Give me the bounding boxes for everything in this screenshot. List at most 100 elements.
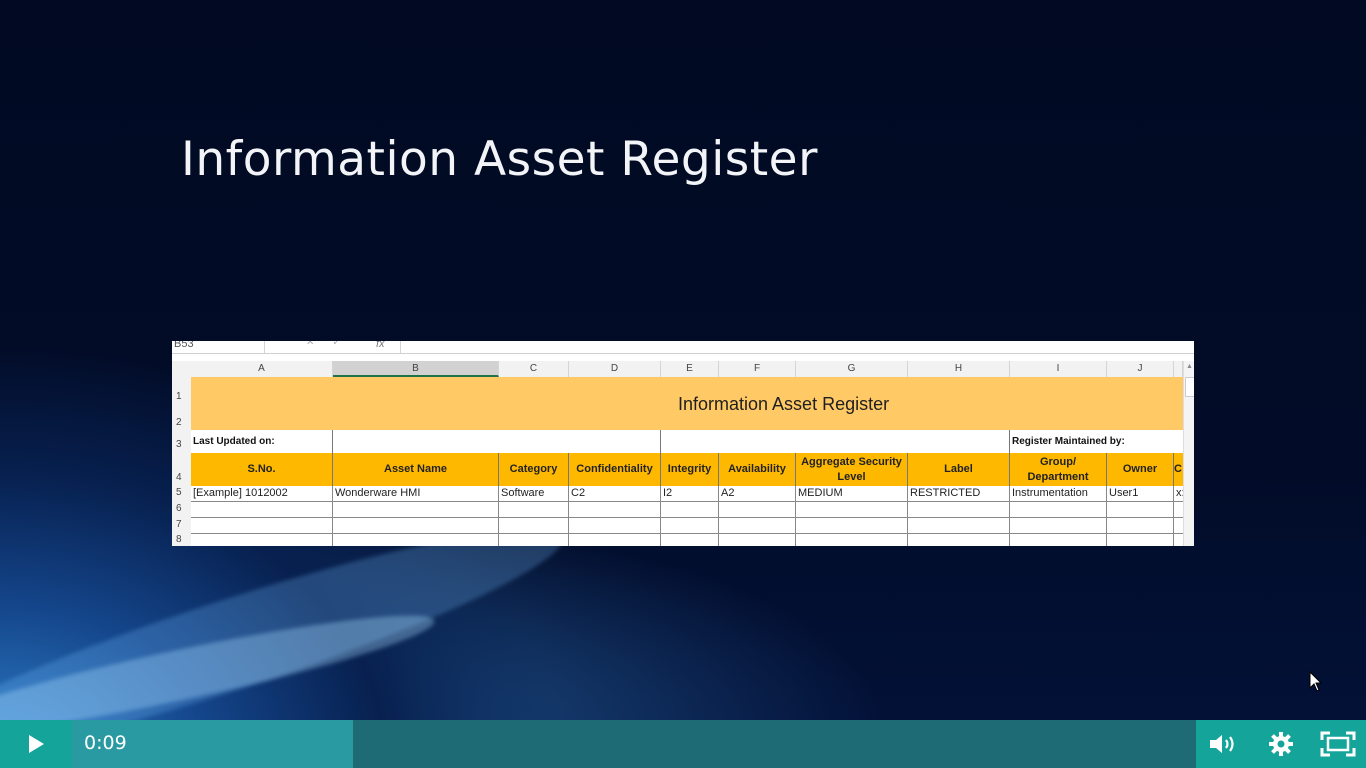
- spreadsheet-screenshot: B53 ✕✓ fx A B C D E F G H I J 1 2 3 4 5 …: [172, 341, 1194, 546]
- divider: [264, 341, 265, 353]
- table-cell: [908, 518, 1010, 533]
- table-cell: [Example] 1012002: [191, 486, 333, 501]
- last-updated-label: Last Updated on:: [191, 430, 333, 453]
- video-stage: Information Asset Register B53 ✕✓ fx A B…: [0, 0, 1366, 768]
- table-cell: [1107, 534, 1174, 546]
- header-cell: Confidentiality: [569, 453, 661, 486]
- row-number: 6: [176, 503, 182, 514]
- last-updated-value: [333, 430, 661, 453]
- table-cell: [719, 534, 796, 546]
- table-cell: [908, 502, 1010, 517]
- current-time: 0:09: [84, 732, 127, 754]
- table-row: [Example] 1012002 Wonderware HMI Softwar…: [191, 486, 1183, 502]
- fullscreen-icon: [1320, 731, 1356, 757]
- table-cell: C2: [569, 486, 661, 501]
- table-cell: [796, 534, 908, 546]
- volume-button[interactable]: [1196, 720, 1252, 768]
- row-number: 4: [176, 472, 182, 483]
- progress-bar[interactable]: 0:09: [72, 720, 1196, 768]
- column-letter: [1174, 361, 1183, 377]
- table-row: [191, 534, 1183, 546]
- table-cell: [1010, 534, 1107, 546]
- column-letter: I: [1010, 361, 1107, 377]
- table-cell: [569, 502, 661, 517]
- column-letter: J: [1107, 361, 1174, 377]
- table-row: [191, 502, 1183, 518]
- table-cell: [569, 518, 661, 533]
- mouse-cursor-icon: [1309, 671, 1323, 692]
- column-letter: H: [908, 361, 1010, 377]
- blank-cell: [661, 430, 1010, 453]
- play-button[interactable]: [0, 720, 72, 768]
- header-cell: Category: [499, 453, 569, 486]
- row-number: 3: [176, 439, 182, 450]
- column-letter: B: [333, 361, 499, 377]
- row-number: 1: [176, 391, 182, 402]
- table-cell: [719, 518, 796, 533]
- formula-bar: B53 ✕✓ fx: [172, 341, 1194, 354]
- table-cell: [191, 502, 333, 517]
- column-headers: A B C D E F G H I J: [172, 361, 1194, 378]
- column-letter: G: [796, 361, 908, 377]
- fullscreen-button[interactable]: [1310, 720, 1366, 768]
- settings-icon: [1269, 732, 1293, 756]
- column-letter: A: [191, 361, 333, 377]
- row-number: 7: [176, 519, 182, 530]
- table-cell: x:: [1176, 487, 1183, 499]
- header-cell: C: [1174, 463, 1182, 475]
- table-cell: [1010, 518, 1107, 533]
- maintained-by-label: Register Maintained by:: [1012, 436, 1125, 447]
- row-number: 5: [176, 487, 182, 498]
- header-cell: Asset Name: [333, 453, 499, 486]
- right-controls: [1196, 720, 1366, 768]
- fx-icon: fx: [376, 341, 385, 350]
- table-cell: [191, 534, 333, 546]
- header-cell: S.No.: [191, 453, 333, 486]
- row-headers: 1 2 3 4 5 6 7 8: [172, 377, 192, 546]
- table-cell: [1107, 502, 1174, 517]
- header-cell: Aggregate Security Level: [796, 453, 908, 486]
- scroll-thumb: [1185, 377, 1194, 397]
- table-cell: MEDIUM: [796, 486, 908, 501]
- sheet-title: Information Asset Register: [678, 394, 890, 414]
- player-controls: 0:09: [0, 720, 1366, 768]
- volume-icon: [1210, 735, 1234, 753]
- divider: [400, 341, 401, 353]
- header-cell: Label: [908, 453, 1010, 486]
- row-number: 2: [176, 417, 182, 428]
- table-cell: [661, 502, 719, 517]
- play-icon: [29, 735, 44, 753]
- table-cell: [908, 534, 1010, 546]
- header-cell: Availability: [719, 453, 796, 486]
- table-cell: [1107, 518, 1174, 533]
- table-cell: [719, 502, 796, 517]
- table-cell: [569, 534, 661, 546]
- scroll-up-icon: ▲: [1186, 363, 1193, 370]
- table-cell: [499, 518, 569, 533]
- vertical-scrollbar: ▲: [1183, 361, 1194, 546]
- row-number: 8: [176, 534, 182, 545]
- formula-cancel-confirm-icons: ✕✓: [306, 341, 359, 348]
- table-cell: I2: [661, 486, 719, 501]
- table-row: [191, 518, 1183, 534]
- header-row: S.No. Asset Name Category Confidentialit…: [191, 453, 1183, 487]
- table-cell: [499, 502, 569, 517]
- column-letter: F: [719, 361, 796, 377]
- table-cell: [796, 502, 908, 517]
- table-cell: [333, 518, 499, 533]
- header-cell: Group/ Department: [1010, 453, 1107, 486]
- name-box: B53: [174, 341, 194, 350]
- column-letter: E: [661, 361, 719, 377]
- table-cell: Software: [499, 486, 569, 501]
- settings-button[interactable]: [1253, 720, 1309, 768]
- table-cell: [1010, 502, 1107, 517]
- table-cell: [499, 534, 569, 546]
- header-cell: Integrity: [661, 453, 719, 486]
- table-cell: User1: [1107, 486, 1174, 501]
- table-cell: [333, 534, 499, 546]
- table-cell: [333, 502, 499, 517]
- table-cell: RESTRICTED: [908, 486, 1010, 501]
- column-letter: C: [499, 361, 569, 377]
- header-cell: Owner: [1107, 453, 1174, 486]
- column-letter: D: [569, 361, 661, 377]
